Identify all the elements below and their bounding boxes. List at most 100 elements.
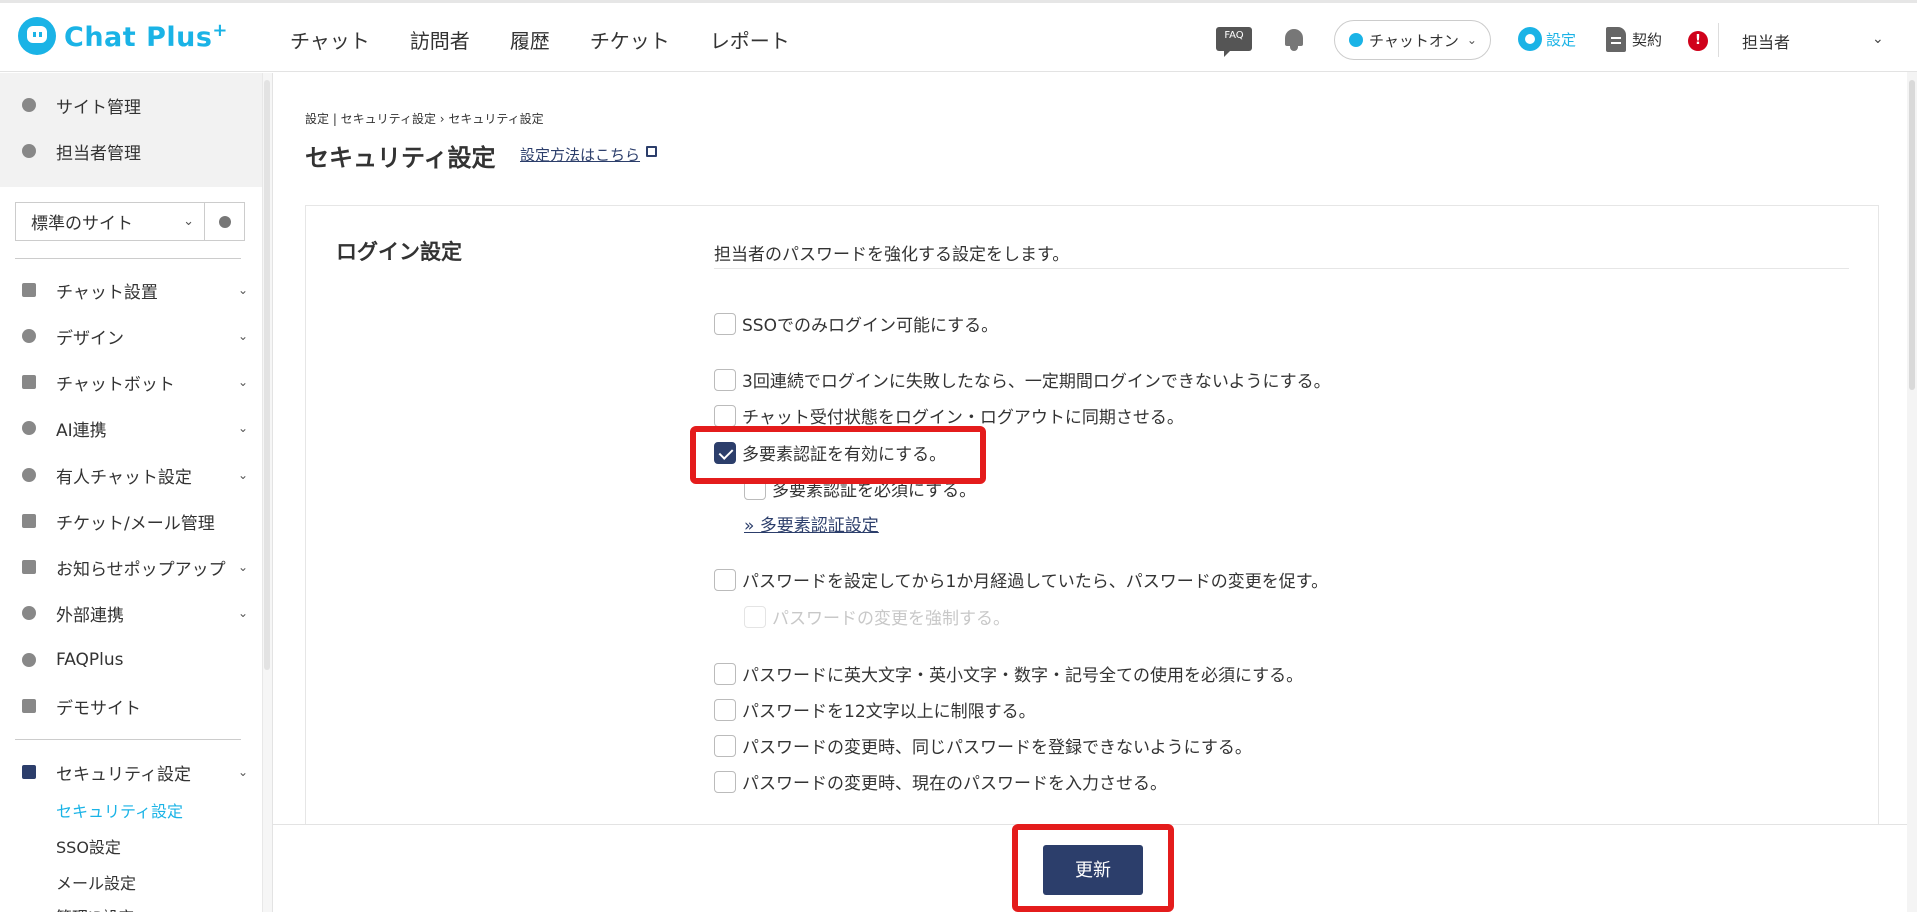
nav-chat[interactable]: チャット xyxy=(290,25,370,54)
checkbox[interactable] xyxy=(714,312,736,335)
sidebar-item-ai[interactable]: AI連携 ⌄ xyxy=(0,408,262,448)
sidebar-sub-security[interactable]: セキュリティ設定 xyxy=(56,798,183,822)
sidebar-item-live-chat[interactable]: 有人チャット設定 ⌄ xyxy=(0,455,262,495)
bell-icon[interactable] xyxy=(1283,26,1305,52)
nav-history[interactable]: 履歴 xyxy=(510,25,550,54)
section-title: ログイン設定 xyxy=(336,240,462,264)
sidebar-item-demo[interactable]: デモサイト xyxy=(0,686,262,726)
breadcrumb[interactable]: 設定 | セキュリティ設定 › セキュリティ設定 xyxy=(305,110,544,127)
nav-reports[interactable]: レポート xyxy=(710,25,790,54)
section-description: 担当者のパスワードを強化する設定をします。 xyxy=(714,245,1070,265)
option-force-change: パスワードの変更を強制する。 xyxy=(744,604,1010,629)
shield-icon xyxy=(22,765,36,779)
popup-icon xyxy=(22,560,36,574)
help-link[interactable]: 設定方法はこちら xyxy=(520,144,640,165)
sidebar-item-ticket-mail[interactable]: チケット/メール管理 xyxy=(0,501,262,541)
page-scrollbar-thumb[interactable] xyxy=(1909,80,1915,390)
chevron-down-icon: ⌄ xyxy=(237,375,248,389)
chevron-down-icon[interactable]: ⌄ xyxy=(1872,31,1884,47)
checkbox[interactable] xyxy=(714,368,736,391)
chatplus-logo[interactable]: Chat Plus+ xyxy=(18,17,228,55)
sidebar-item-chat-setup[interactable]: チャット設置 ⌄ xyxy=(0,270,262,310)
sidebar-sub-mail[interactable]: メール設定 xyxy=(56,870,136,894)
checkbox[interactable] xyxy=(714,698,736,721)
demo-site-icon xyxy=(22,699,36,713)
sidebar-item-label: デザイン xyxy=(56,328,124,349)
page-title: セキュリティ設定 xyxy=(305,144,496,172)
highlight-box-update xyxy=(1012,824,1174,912)
headset-icon xyxy=(22,468,36,482)
sidebar-item-label: 担当者管理 xyxy=(56,143,141,164)
chevron-down-icon: ⌄ xyxy=(237,329,248,343)
option-lockout[interactable]: 3回連続でログインに失敗したなら、一定期間ログインできないようにする。 xyxy=(714,367,1331,392)
chat-logo-icon xyxy=(18,17,56,55)
site-settings-gear-icon[interactable] xyxy=(205,202,245,241)
list-icon xyxy=(22,514,36,528)
sidebar-item-security[interactable]: セキュリティ設定 ⌄ xyxy=(0,752,262,792)
sidebar-item-staff-management[interactable]: 担当者管理 xyxy=(0,131,262,171)
checkbox-disabled xyxy=(744,605,766,628)
chevron-down-icon: ⌄ xyxy=(237,765,248,779)
site-select-value: 標準のサイト xyxy=(31,214,133,234)
share-icon xyxy=(22,606,36,620)
mfa-settings-link[interactable]: » 多要素認証設定 xyxy=(744,511,879,536)
contract-link[interactable]: 契約 xyxy=(1606,27,1662,52)
option-current-password[interactable]: パスワードの変更時、現在のパスワードを入力させる。 xyxy=(714,769,1167,794)
nav-visitors[interactable]: 訪問者 xyxy=(410,25,470,54)
bulb-icon xyxy=(22,421,36,435)
faq-icon[interactable]: FAQ xyxy=(1216,27,1252,57)
option-no-reuse[interactable]: パスワードの変更時、同じパスワードを登録できないようにする。 xyxy=(714,733,1252,758)
sidebar-item-label: AI連携 xyxy=(56,420,107,441)
tools-icon xyxy=(22,283,36,297)
settings-link[interactable]: 設定 xyxy=(1518,27,1576,51)
chevron-down-icon: ⌄ xyxy=(237,560,248,574)
external-link-icon[interactable] xyxy=(646,146,657,157)
chat-bubble-icon xyxy=(22,375,36,389)
sidebar-scrollbar-thumb[interactable] xyxy=(264,80,270,670)
sidebar-item-label: 外部連携 xyxy=(56,605,124,626)
checkbox[interactable] xyxy=(714,734,736,757)
sidebar-sub-sso[interactable]: SSO設定 xyxy=(56,834,121,858)
sidebar-item-faqplus[interactable]: FAQPlus xyxy=(0,640,262,680)
site-select[interactable]: 標準のサイト ⌄ xyxy=(15,202,205,241)
sidebar-item-chatbot[interactable]: チャットボット ⌄ xyxy=(0,362,262,402)
sidebar-item-site-management[interactable]: サイト管理 xyxy=(0,85,262,125)
chevron-down-icon: ⌄ xyxy=(237,283,248,297)
nav-tickets[interactable]: チケット xyxy=(590,25,670,54)
status-dot-icon xyxy=(1349,33,1363,47)
user-menu-label[interactable]: 担当者 xyxy=(1742,29,1790,53)
logo-sup: + xyxy=(212,19,228,41)
sidebar-sub-ip[interactable]: 管理IP設定 xyxy=(56,904,134,912)
chevron-down-icon: ⌄ xyxy=(237,421,248,435)
highlight-box-mfa xyxy=(690,426,986,484)
settings-label: 設定 xyxy=(1546,30,1577,49)
option-sync-status[interactable]: チャット受付状態をログイン・ログアウトに同期させる。 xyxy=(714,403,1184,428)
chat-status-toggle[interactable]: チャットオン ⌄ xyxy=(1334,20,1491,60)
option-label: パスワードの変更時、現在のパスワードを入力させる。 xyxy=(742,774,1167,794)
checkbox[interactable] xyxy=(714,404,736,427)
gear-icon xyxy=(1518,27,1542,51)
option-password-complexity[interactable]: パスワードに英大文字・英小文字・数字・記号全ての使用を必須にする。 xyxy=(714,661,1303,686)
alert-icon[interactable]: ! xyxy=(1688,31,1708,51)
option-label: 3回連続でログインに失敗したなら、一定期間ログインできないようにする。 xyxy=(742,372,1331,392)
faq-shield-icon xyxy=(22,653,36,667)
sidebar-item-integration[interactable]: 外部連携 ⌄ xyxy=(0,593,262,633)
sidebar-item-label: チャットボット xyxy=(56,374,175,395)
checkbox[interactable] xyxy=(714,662,736,685)
option-label: パスワードに英大文字・英小文字・数字・記号全ての使用を必須にする。 xyxy=(742,666,1304,686)
section-divider xyxy=(714,268,1849,269)
option-label: SSOでのみログイン可能にする。 xyxy=(742,316,999,336)
option-label: パスワードの変更を強制する。 xyxy=(772,609,1010,629)
option-password-length[interactable]: パスワードを12文字以上に制限する。 xyxy=(714,697,1036,722)
sidebar-item-label: お知らせポップアップ xyxy=(56,559,226,580)
top-header: Chat Plus+ チャット 訪問者 履歴 チケット レポート FAQ チャッ… xyxy=(0,0,1917,72)
option-sso-only[interactable]: SSOでのみログイン可能にする。 xyxy=(714,311,998,336)
sidebar-item-design[interactable]: デザイン ⌄ xyxy=(0,316,262,356)
sidebar-item-popup[interactable]: お知らせポップアップ ⌄ xyxy=(0,547,262,587)
top-nav: チャット 訪問者 履歴 チケット レポート xyxy=(290,25,830,54)
checkbox[interactable] xyxy=(714,770,736,793)
chat-status-label: チャットオン xyxy=(1369,31,1459,50)
checkbox[interactable] xyxy=(714,568,736,591)
option-password-age[interactable]: パスワードを設定してから1か月経過していたら、パスワードの変更を促す。 xyxy=(714,567,1328,592)
logo-text: Chat Plus xyxy=(64,21,213,53)
